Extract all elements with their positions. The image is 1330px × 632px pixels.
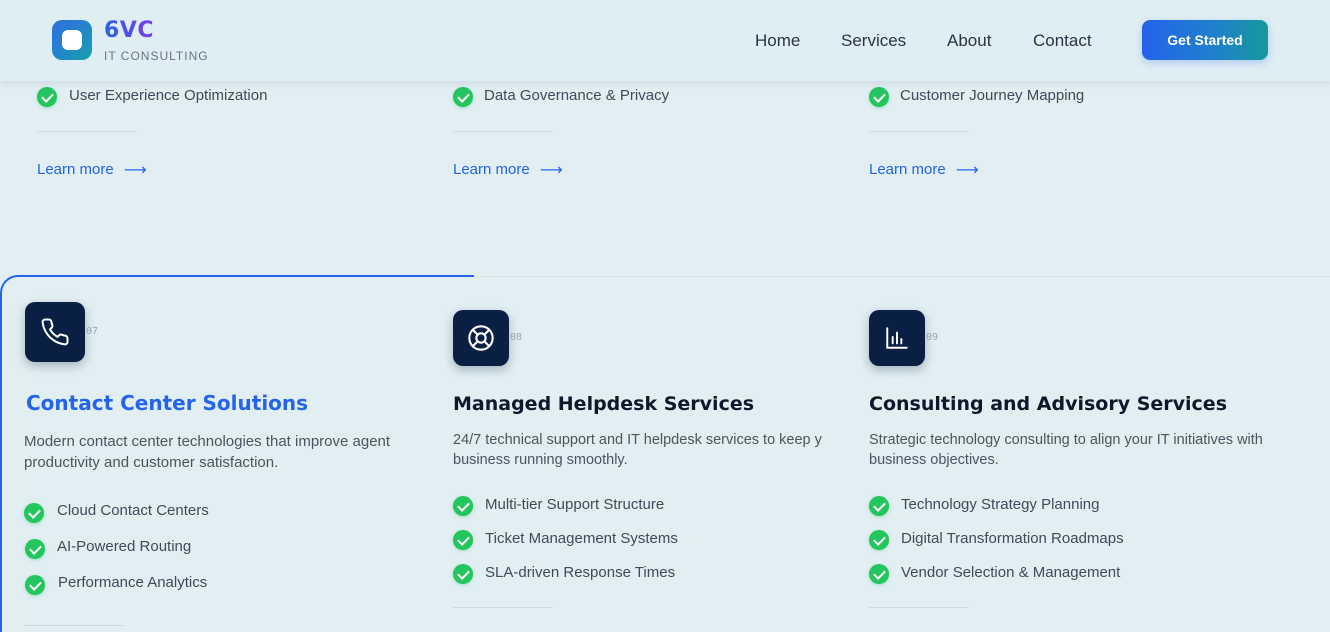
- feature-item: AI-Powered Routing: [57, 538, 192, 555]
- feature-item: Customer Journey Mapping: [900, 87, 1085, 104]
- feature-item: Digital Transformation Roadmaps: [901, 530, 1124, 547]
- service-number: 09: [926, 332, 939, 343]
- feature-item: Cloud Contact Centers: [57, 502, 209, 519]
- bar-chart-icon: [886, 327, 908, 349]
- service-description: Modern contact center technologies that …: [24, 433, 391, 471]
- logo-name: 6VC: [104, 18, 154, 43]
- learn-more-link[interactable]: Learn more ⟶: [453, 160, 563, 179]
- nav-services[interactable]: Services: [841, 31, 906, 51]
- learn-more-label: Learn more: [869, 161, 946, 178]
- lifebuoy-icon: [468, 325, 494, 351]
- logo-icon: [52, 20, 92, 60]
- card-divider: [869, 607, 969, 608]
- arrow-right-icon: ⟶: [955, 160, 979, 179]
- learn-more-link[interactable]: Learn more ⟶: [869, 160, 979, 179]
- card-divider: [453, 131, 553, 132]
- service-icon-tile: [25, 302, 85, 362]
- nav-contact[interactable]: Contact: [1033, 31, 1092, 51]
- service-icon-tile: [453, 310, 509, 366]
- check-icon: [453, 530, 473, 550]
- check-icon: [25, 539, 45, 559]
- service-number: 07: [86, 326, 99, 337]
- check-icon: [869, 87, 889, 107]
- learn-more-link[interactable]: Learn more ⟶: [37, 160, 147, 179]
- check-icon: [453, 496, 473, 516]
- check-icon: [37, 87, 57, 107]
- phone-icon: [41, 318, 69, 346]
- get-started-button[interactable]: Get Started: [1142, 20, 1268, 60]
- arrow-right-icon: ⟶: [123, 160, 147, 179]
- check-icon: [869, 564, 889, 584]
- feature-item: Ticket Management Systems: [485, 530, 678, 547]
- service-title[interactable]: Managed Helpdesk Services: [453, 393, 754, 415]
- feature-item: Technology Strategy Planning: [901, 496, 1100, 513]
- check-icon: [24, 503, 44, 523]
- service-description: Strategic technology consulting to align…: [869, 432, 1263, 468]
- service-title[interactable]: Contact Center Solutions: [26, 391, 308, 415]
- feature-item: SLA-driven Response Times: [485, 564, 676, 581]
- service-number: 08: [510, 332, 523, 343]
- site-header: 6VC IT CONSULTING Home Services About Co…: [0, 0, 1330, 81]
- logo-tagline: IT CONSULTING: [104, 49, 209, 63]
- check-icon: [453, 564, 473, 584]
- service-title[interactable]: Consulting and Advisory Services: [869, 393, 1227, 415]
- check-icon: [25, 575, 45, 595]
- feature-item: User Experience Optimization: [69, 87, 268, 104]
- nav-home[interactable]: Home: [755, 31, 800, 51]
- card-divider: [24, 625, 124, 626]
- check-icon: [869, 530, 889, 550]
- card-divider: [869, 131, 969, 132]
- feature-item: Vendor Selection & Management: [901, 564, 1121, 581]
- learn-more-label: Learn more: [37, 161, 114, 178]
- arrow-right-icon: ⟶: [539, 160, 563, 179]
- check-icon: [453, 87, 473, 107]
- card-divider: [37, 131, 137, 132]
- feature-item: Data Governance & Privacy: [484, 87, 670, 104]
- nav-about[interactable]: About: [947, 31, 991, 51]
- row-divider: [474, 276, 1330, 277]
- feature-item: Multi-tier Support Structure: [485, 496, 665, 513]
- feature-item: Performance Analytics: [58, 574, 208, 591]
- service-description: 24/7 technical support and IT helpdesk s…: [453, 432, 822, 468]
- card-divider: [453, 607, 553, 608]
- learn-more-label: Learn more: [453, 161, 530, 178]
- service-icon-tile: [869, 310, 925, 366]
- check-icon: [869, 496, 889, 516]
